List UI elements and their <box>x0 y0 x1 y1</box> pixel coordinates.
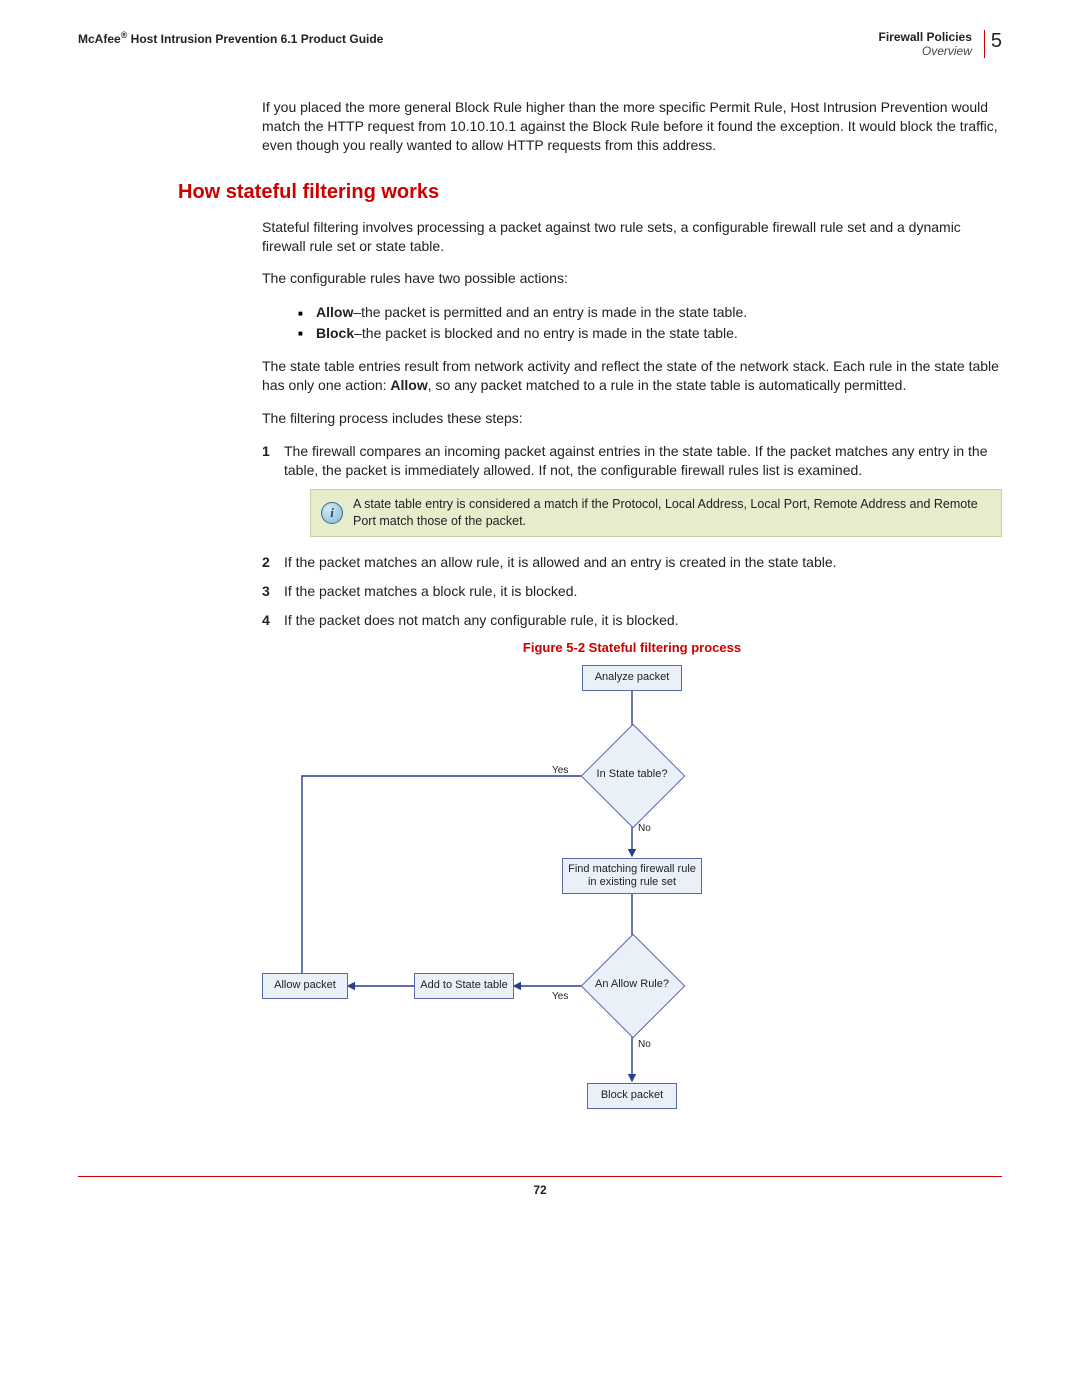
action-bullet-list: Allow–the packet is permitted and an ent… <box>298 302 1002 343</box>
node-analyze-packet: Analyze packet <box>582 665 682 691</box>
step-2: If the packet matches an allow rule, it … <box>262 553 1002 572</box>
intro-paragraph: If you placed the more general Block Rul… <box>262 98 1002 155</box>
header-section: Firewall Policies <box>879 30 972 44</box>
node-find-rule: Find matching firewall rule in existing … <box>562 858 702 894</box>
header-divider <box>984 30 985 58</box>
note-box: i A state table entry is considered a ma… <box>310 489 1002 537</box>
flowchart: Analyze packet In State table? Yes No Fi… <box>262 661 802 1141</box>
figure-caption: Figure 5-2 Stateful filtering process <box>262 640 1002 655</box>
paragraph-1: Stateful filtering involves processing a… <box>262 218 1002 256</box>
brand: McAfee <box>78 32 121 46</box>
label-yes-1: Yes <box>552 765 568 776</box>
label-yes-2: Yes <box>552 991 568 1002</box>
page-header: McAfee® Host Intrusion Prevention 6.1 Pr… <box>78 30 1002 58</box>
node-add-to-state: Add to State table <box>414 973 514 999</box>
page-number: 72 <box>78 1183 1002 1197</box>
node-allow-packet: Allow packet <box>262 973 348 999</box>
header-subsection: Overview <box>879 44 972 58</box>
header-left: McAfee® Host Intrusion Prevention 6.1 Pr… <box>78 30 383 46</box>
paragraph-3: The state table entries result from netw… <box>262 357 1002 395</box>
step-4: If the packet does not match any configu… <box>262 611 1002 630</box>
label-no-1: No <box>638 823 651 834</box>
header-right: Firewall Policies Overview 5 <box>879 30 1003 58</box>
footer-rule <box>78 1176 1002 1177</box>
label-no-2: No <box>638 1039 651 1050</box>
flowchart-arrows <box>262 661 802 1141</box>
product-name: Host Intrusion Prevention 6.1 Product Gu… <box>127 32 383 46</box>
chapter-number: 5 <box>991 30 1002 53</box>
bullet-block: Block–the packet is blocked and no entry… <box>298 323 1002 343</box>
info-icon: i <box>321 502 343 524</box>
paragraph-2: The configurable rules have two possible… <box>262 269 1002 288</box>
step-1: The firewall compares an incoming packet… <box>262 442 1002 538</box>
paragraph-4: The filtering process includes these ste… <box>262 409 1002 428</box>
step-list: The firewall compares an incoming packet… <box>262 442 1002 630</box>
node-block-packet: Block packet <box>587 1083 677 1109</box>
step-3: If the packet matches a block rule, it i… <box>262 582 1002 601</box>
section-heading: How stateful filtering works <box>178 181 1002 204</box>
bullet-allow: Allow–the packet is permitted and an ent… <box>298 302 1002 322</box>
note-text: A state table entry is considered a matc… <box>353 496 991 530</box>
